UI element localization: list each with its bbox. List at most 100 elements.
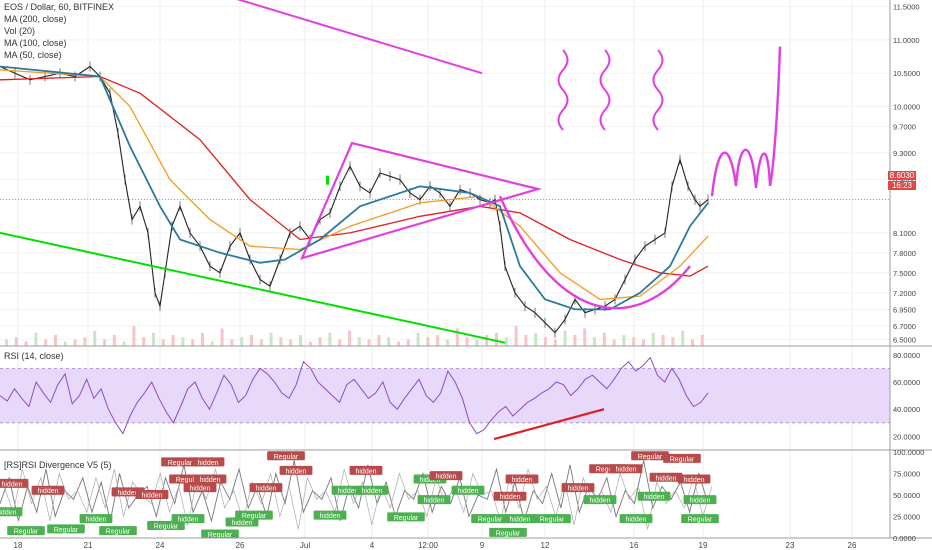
divergence-label-text: hidden [355,468,376,475]
volume-bar [661,335,665,346]
divergence-label[interactable]: Regular [7,526,45,536]
divergence-label-text: Regular [670,456,695,463]
divergence-label[interactable]: Regular [235,510,273,521]
divergence-label-text: hidden [509,517,530,524]
divergence-label[interactable]: Regular [663,453,701,464]
annotation-squiggle[interactable] [599,49,611,131]
price-tick-label: 6.9500 [893,305,916,314]
chart-canvas[interactable]: hiddenhiddenRegularhiddenRegularhiddenhi… [0,0,932,550]
rsi-band [0,368,890,423]
volume-bar [328,332,332,346]
divergence-label[interactable]: hidden [171,514,205,524]
divergence-label[interactable]: hidden [451,485,485,496]
divergence-label[interactable]: hidden [355,485,389,496]
indicator-ma200[interactable]: MA (200, close) [4,13,114,25]
divergence-label[interactable]: Regular [99,526,137,536]
annotation-marker[interactable] [326,175,329,185]
divergence-label[interactable]: Regular [533,514,571,524]
volume-bar [681,330,685,346]
divergence-label[interactable]: hidden [619,514,653,524]
divergence-label[interactable]: hidden [677,474,711,485]
volume-bar [308,341,312,346]
divergence-label-text: hidden [255,486,276,493]
volume-bar [485,335,489,346]
divergence-label[interactable]: Regular [681,514,719,524]
last-price-badge: 8.6030 [888,171,916,180]
divergence-label[interactable]: hidden [0,507,23,517]
divergence-label[interactable]: hidden [493,491,527,502]
rsi-pane-title[interactable]: RSI (14, close) [4,351,64,361]
volume-bar [406,339,410,346]
annotation-squiggle[interactable] [652,49,664,131]
divergence-label[interactable]: hidden [249,483,283,493]
ma100-line[interactable] [0,69,709,301]
divergence-label[interactable]: hidden [503,514,537,524]
divergence-label[interactable]: hidden [637,491,671,502]
divergence-label[interactable]: hidden [31,485,65,496]
divergence-label[interactable]: hidden [183,483,217,493]
annotation-trendline[interactable] [218,0,483,75]
indicator-vol[interactable]: Vol (20) [4,25,114,37]
rsi-tick-label: 20.0000 [893,432,920,441]
divergence-label[interactable]: Regular [471,514,509,524]
divergence-label[interactable]: hidden [429,471,463,481]
volume-bar [573,335,577,346]
divergence-label-text: hidden [567,486,588,493]
indicator-ma50[interactable]: MA (50, close) [4,49,114,61]
volume-bar [269,332,273,346]
divergence-label-text: Regular [154,523,179,530]
volume-bar [593,337,596,346]
divergence-label[interactable]: hidden [313,510,347,521]
volume-bar [475,339,479,346]
volume-bar [220,328,224,346]
divergence-label[interactable]: Regular [631,451,669,461]
volume-bar [24,341,28,346]
volume-bar [240,337,244,346]
volume-bar [230,339,234,346]
volume-bar [700,335,704,346]
divergence-label[interactable]: hidden [649,472,683,483]
volume-bar [289,339,293,346]
divergence-label-text: hidden [435,474,456,481]
volume-bar [436,335,440,346]
divergence-label[interactable]: hidden [505,474,539,485]
divergence-label-text: hidden [423,498,444,505]
divergence-label[interactable]: hidden [193,474,227,485]
divergence-label[interactable]: hidden [583,495,617,505]
divergence-label[interactable]: hidden [135,490,169,500]
annotation-cup-curve[interactable] [498,195,691,310]
volume-bar [210,341,214,346]
rsi-tick-label: 60.0000 [893,378,920,387]
divergence-label[interactable]: hidden [349,465,383,476]
divergence-label-text: hidden [643,494,664,501]
divergence-label[interactable]: hidden [0,478,29,489]
divergence-label[interactable]: hidden [79,514,113,524]
divergence-label[interactable]: hidden [417,495,451,505]
volume-bar [495,332,498,346]
divergence-label-text: hidden [361,488,382,495]
divergence-label[interactable]: hidden [279,465,313,476]
divergence-label-text: hidden [499,494,520,501]
divergence-label-text: hidden [1,481,22,488]
divergence-label[interactable]: hidden [683,495,717,505]
symbol-title[interactable]: EOS / Dollar, 60, BITFINEX [4,1,114,13]
annotation-squiggle[interactable] [557,49,569,131]
divergence-label[interactable]: Regular [489,527,527,538]
indicator-ma100[interactable]: MA (100, close) [4,37,114,49]
divergence-label[interactable]: Regular [47,524,85,534]
volume-bar [83,337,87,346]
volume-bar [691,339,694,346]
divergence-label-text: Regular [394,515,419,522]
divergence-label[interactable]: hidden [191,457,225,467]
divergence-label-text: Regular [496,530,521,537]
divergence-label-text: Regular [274,454,299,461]
annotation-waves[interactable] [710,46,782,197]
divergence-label[interactable]: Regular [387,512,425,522]
volume-bar [338,339,342,346]
volume-bar [63,341,67,346]
divergence-label[interactable]: hidden [609,464,643,474]
volume-bar [112,335,116,346]
divergence-label[interactable]: hidden [561,483,595,493]
divergence-pane-title[interactable]: [RS]RSI Divergence V5 (5) [4,460,112,470]
divergence-label[interactable]: Regular [267,451,305,461]
